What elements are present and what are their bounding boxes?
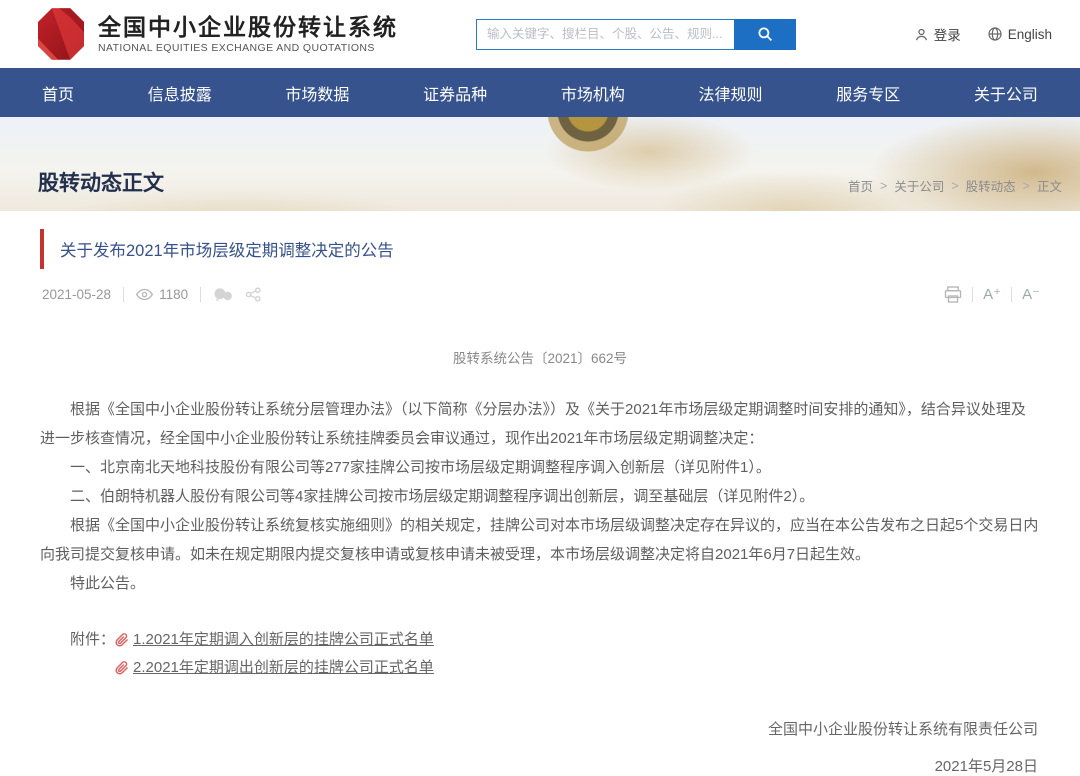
paragraph: 根据《全国中小企业股份转让系统复核实施细则》的相关规定，挂牌公司对本市场层级调整… (40, 511, 1040, 569)
breadcrumb-separator: > (1023, 179, 1030, 193)
signature: 全国中小企业股份转让系统有限责任公司 2021年5月28日 (40, 718, 1040, 776)
comment-bubbles-icon (213, 287, 233, 302)
breadcrumb: 首页 > 关于公司 > 股转动态 > 正文 (848, 176, 1062, 195)
divider (1011, 287, 1012, 302)
brand-subtitle: NATIONAL EQUITIES EXCHANGE AND QUOTATION… (98, 42, 398, 54)
language-link[interactable]: English (987, 26, 1052, 42)
view-count: 1180 (136, 287, 188, 302)
article: 关于发布2021年市场层级定期调整决定的公告 2021-05-28 1180 (0, 211, 1080, 776)
attachment-list: 1.2021年定期调入创新层的挂牌公司正式名单 2.2021年定期调出创新层的挂… (115, 626, 434, 682)
search-icon (756, 25, 774, 43)
paperclip-icon (115, 633, 129, 647)
divider (123, 287, 124, 302)
nav-item-services[interactable]: 服务专区 (826, 81, 910, 105)
article-meta-row: 2021-05-28 1180 (40, 285, 1040, 303)
search-button[interactable] (734, 19, 796, 50)
login-label: 登录 (934, 24, 961, 44)
breadcrumb-separator: > (880, 179, 887, 193)
page-title: 股转动态正文 (38, 167, 164, 197)
search-input[interactable] (476, 19, 734, 50)
main-nav: 首页 信息披露 市场数据 证券品种 市场机构 法律规则 服务专区 关于公司 (0, 68, 1080, 117)
meta-right: A⁺ A⁻ (944, 285, 1040, 303)
nav-item-home[interactable]: 首页 (32, 81, 84, 105)
nav-item-disclosure[interactable]: 信息披露 (138, 81, 222, 105)
divider (200, 287, 201, 302)
view-count-value: 1180 (159, 287, 188, 302)
paragraph: 二、伯朗特机器人股份有限公司等4家挂牌公司按市场层级定期调整程序调出创新层，调至… (40, 482, 1040, 511)
breadcrumb-about[interactable]: 关于公司 (894, 176, 944, 195)
doc-number: 股转系统公告〔2021〕662号 (40, 347, 1040, 367)
paragraph: 特此公告。 (40, 569, 1040, 598)
paragraph: 根据《全国中小企业股份转让系统分层管理办法》（以下简称《分层办法》）及《关于20… (40, 395, 1040, 453)
printer-icon (944, 286, 962, 303)
eye-icon (136, 288, 153, 301)
attachment-link-2[interactable]: 2.2021年定期调出创新层的挂牌公司正式名单 (115, 654, 434, 682)
paperclip-icon (115, 661, 129, 675)
print-button[interactable] (944, 286, 962, 303)
login-link[interactable]: 登录 (914, 24, 961, 44)
search-group (476, 19, 796, 50)
nav-item-about[interactable]: 关于公司 (964, 81, 1048, 105)
breadcrumb-news[interactable]: 股转动态 (966, 176, 1016, 195)
brand-title: 全国中小企业股份转让系统 (98, 14, 398, 40)
globe-icon (987, 26, 1003, 42)
nav-item-securities[interactable]: 证券品种 (413, 81, 497, 105)
signature-date: 2021年5月28日 (40, 755, 1038, 776)
header-right: 登录 English (914, 24, 1052, 44)
nav-item-rules[interactable]: 法律规则 (689, 81, 773, 105)
user-icon (914, 27, 929, 42)
article-title: 关于发布2021年市场层级定期调整决定的公告 (60, 237, 394, 261)
publish-date: 2021-05-28 (42, 287, 111, 302)
neeq-logo-icon (38, 8, 84, 60)
breadcrumb-separator: > (951, 179, 958, 193)
attachments-label: 附件： (70, 626, 115, 682)
nav-item-institutions[interactable]: 市场机构 (551, 81, 635, 105)
site-header: 全国中小企业股份转让系统 NATIONAL EQUITIES EXCHANGE … (0, 0, 1080, 68)
paragraph: 一、北京南北天地科技股份有限公司等277家挂牌公司按市场层级定期调整程序调入创新… (40, 453, 1040, 482)
font-increase-button[interactable]: A⁺ (983, 285, 1001, 303)
meta-left: 2021-05-28 1180 (42, 287, 262, 302)
breadcrumb-current: 正文 (1037, 176, 1062, 195)
article-body: 根据《全国中小企业股份转让系统分层管理办法》（以下简称《分层办法》）及《关于20… (40, 395, 1040, 598)
nav-item-market-data[interactable]: 市场数据 (275, 81, 359, 105)
attachment-text: 1.2021年定期调入创新层的挂牌公司正式名单 (133, 626, 434, 654)
signature-company: 全国中小企业股份转让系统有限责任公司 (40, 718, 1038, 739)
breadcrumb-home[interactable]: 首页 (848, 176, 873, 195)
article-title-row: 关于发布2021年市场层级定期调整决定的公告 (40, 229, 1040, 269)
font-decrease-button[interactable]: A⁻ (1022, 285, 1040, 303)
banner: 股转动态正文 首页 > 关于公司 > 股转动态 > 正文 (0, 117, 1080, 211)
language-label: English (1008, 27, 1052, 42)
attachment-link-1[interactable]: 1.2021年定期调入创新层的挂牌公司正式名单 (115, 626, 434, 654)
share-icon (245, 287, 262, 302)
attachments: 附件： 1.2021年定期调入创新层的挂牌公司正式名单 2.2021年定期调出创… (40, 626, 1040, 682)
divider (972, 287, 973, 302)
comment-button[interactable] (213, 287, 233, 302)
attachment-text: 2.2021年定期调出创新层的挂牌公司正式名单 (133, 654, 434, 682)
brand-text: 全国中小企业股份转让系统 NATIONAL EQUITIES EXCHANGE … (98, 14, 398, 54)
share-button[interactable] (245, 287, 262, 302)
